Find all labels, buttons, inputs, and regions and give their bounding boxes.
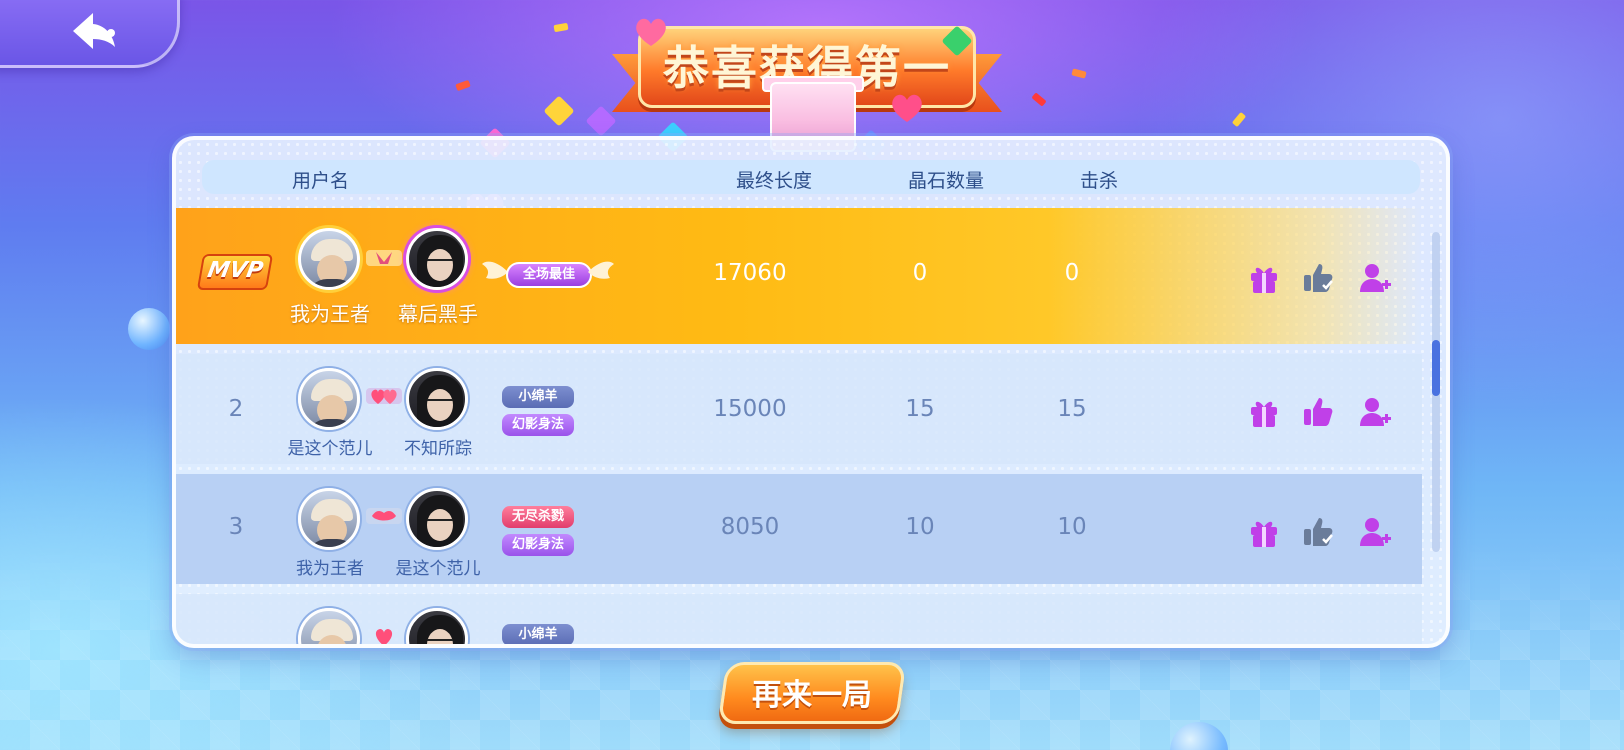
column-header-final-length: 最终长度 — [736, 170, 813, 192]
best-player-tag: 全场最佳 — [506, 262, 592, 288]
kills-value: 15 — [1057, 396, 1087, 422]
add-friend-icon[interactable] — [1358, 261, 1392, 295]
wing-left-icon — [482, 261, 508, 279]
confetti-decor — [1231, 111, 1247, 128]
kills-value: 10 — [1057, 514, 1087, 540]
lips-link-icon — [366, 508, 402, 524]
avatar[interactable] — [298, 488, 360, 550]
add-friend-icon[interactable] — [1358, 395, 1392, 429]
hearts-link-icon — [366, 388, 402, 404]
confetti-decor — [1031, 92, 1047, 107]
avatar[interactable] — [406, 368, 468, 430]
column-header-kills: 击杀 — [1080, 170, 1119, 192]
player-name: 是这个范儿 — [395, 559, 481, 579]
confetti-decor — [553, 22, 569, 33]
mvp-badge: MVP — [196, 254, 274, 290]
final-length-value: 17060 — [713, 260, 787, 286]
avatar[interactable] — [406, 488, 468, 550]
player-name: 我为王者 — [296, 559, 364, 579]
gift-icon[interactable] — [1247, 395, 1281, 429]
player-name: 是这个范儿 — [287, 439, 373, 459]
back-button[interactable] — [0, 0, 180, 68]
column-header-username: 用户名 — [292, 170, 350, 192]
rank-number: 3 — [228, 514, 244, 540]
final-length-value: 8050 — [720, 514, 780, 540]
player-name: 我为王者 — [290, 302, 370, 326]
wings-link-icon — [366, 250, 402, 266]
crystal-count-value: 10 — [905, 514, 935, 540]
title-tag: 小绵羊 — [502, 386, 574, 408]
table-row: 3 无尽杀戮 幻影身法 我为王者 是这个范儿 8050 10 10 — [176, 474, 1422, 584]
table-row: 2 小绵羊 幻影身法 是这个范儿 不知所踪 15000 15 15 — [176, 354, 1422, 464]
avatar[interactable] — [406, 228, 468, 290]
rank-number: 2 — [228, 396, 244, 422]
heart-decor-icon — [636, 18, 666, 46]
gift-icon[interactable] — [1247, 515, 1281, 549]
crystal-decor-icon — [543, 95, 575, 127]
wing-right-icon — [588, 261, 614, 279]
title-tag: 幻影身法 — [502, 534, 574, 556]
title-tag: 幻影身法 — [502, 414, 574, 436]
back-arrow-icon — [73, 13, 115, 49]
crystal-count-value: 0 — [912, 260, 928, 286]
player-name: 幕后黑手 — [398, 302, 478, 326]
heart-decor-icon — [892, 94, 922, 122]
play-again-label[interactable]: 再来一局 — [722, 670, 902, 714]
table-row: 小绵羊 — [176, 594, 1422, 644]
table-row-mvp: MVP 全场最佳 我为王者 幕后黑手 17060 0 0 — [176, 208, 1422, 344]
crystal-count-value: 15 — [905, 396, 935, 422]
avatar[interactable] — [298, 368, 360, 430]
column-header-crystal-count: 晶石数量 — [908, 170, 985, 192]
thumbs-up-done-icon[interactable] — [1301, 515, 1335, 549]
confetti-decor — [1071, 68, 1087, 79]
thumbs-up-done-icon[interactable] — [1301, 261, 1335, 295]
thumbs-up-icon[interactable] — [1301, 395, 1335, 429]
final-length-value: 15000 — [713, 396, 787, 422]
avatar[interactable] — [406, 608, 468, 644]
avatar[interactable] — [298, 608, 360, 644]
decor-bubble — [128, 308, 170, 350]
title-tag: 小绵羊 — [502, 624, 574, 644]
results-panel: 用户名 最终长度 晶石数量 击杀 MVP 全场最佳 我为王者 幕后黑手 1706… — [172, 136, 1450, 648]
confetti-decor — [455, 79, 471, 92]
player-name: 不知所踪 — [404, 439, 472, 459]
avatar[interactable] — [298, 228, 360, 290]
title-tag: 无尽杀戮 — [502, 506, 574, 528]
kills-value: 0 — [1064, 260, 1080, 286]
hearts-link-icon — [375, 629, 393, 644]
add-friend-icon[interactable] — [1358, 515, 1392, 549]
scrollbar-thumb[interactable] — [1432, 340, 1440, 396]
gift-icon[interactable] — [1247, 261, 1281, 295]
